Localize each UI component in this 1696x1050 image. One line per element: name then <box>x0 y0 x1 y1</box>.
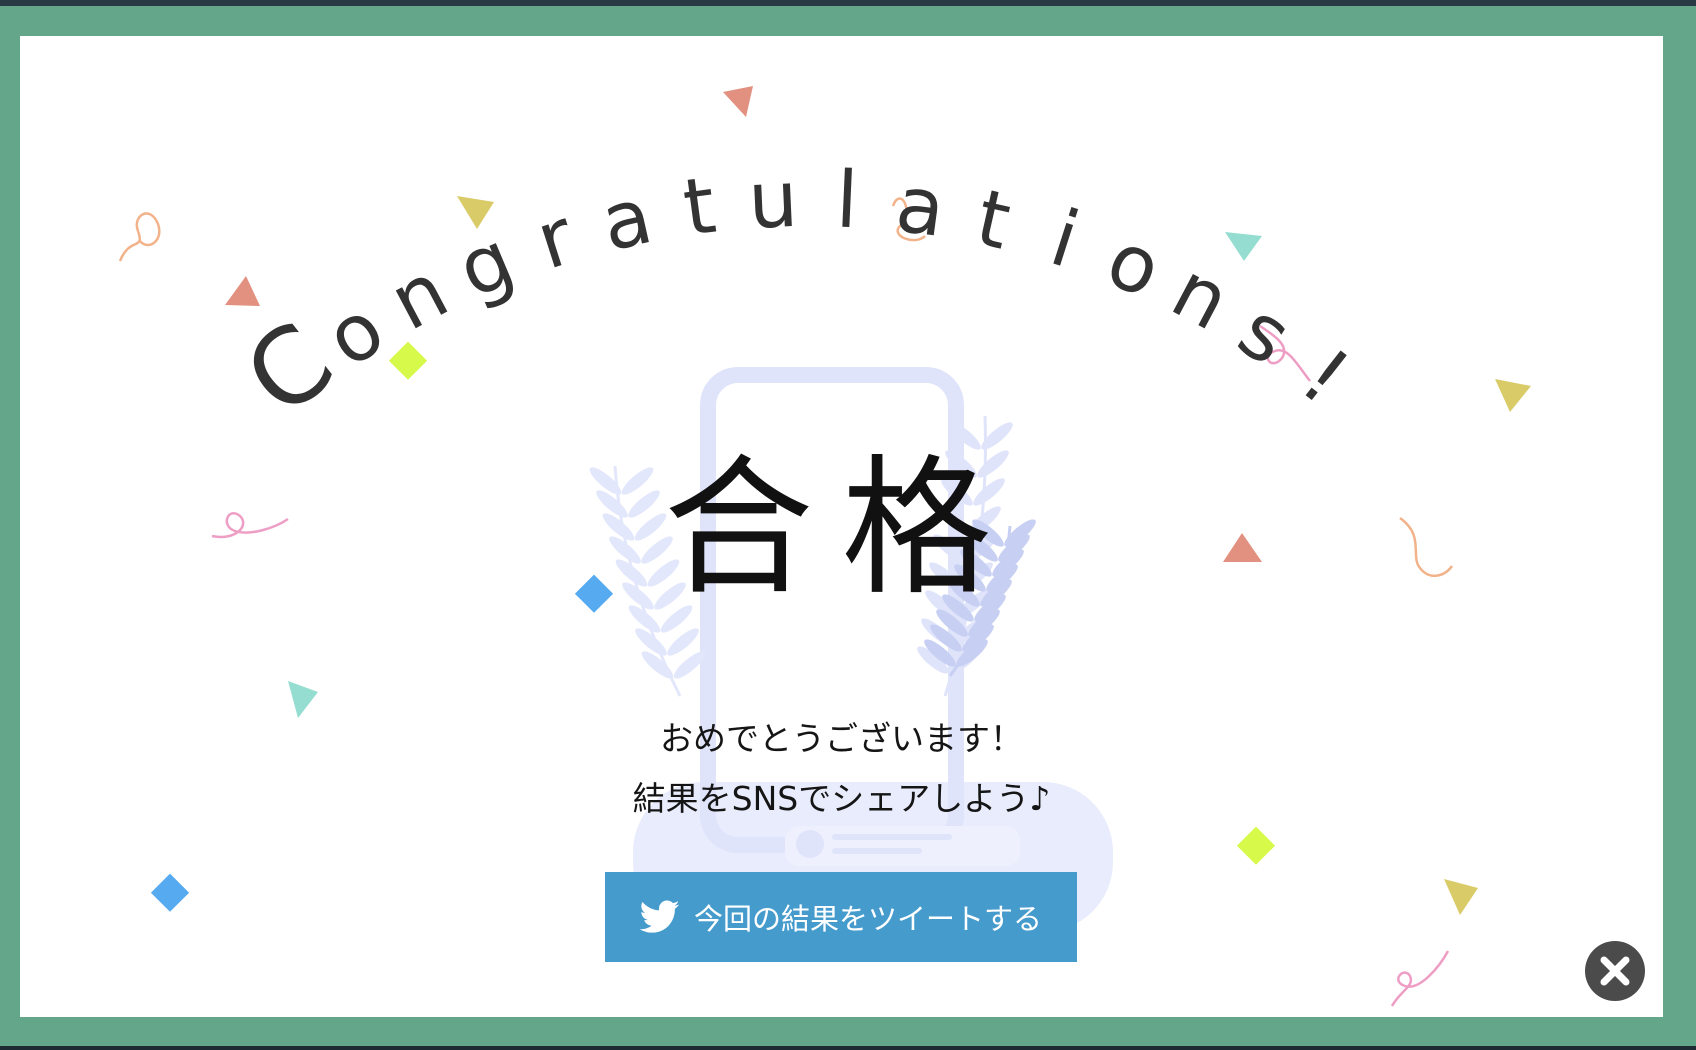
headline-letter: a <box>891 160 950 256</box>
headline-letter: a <box>594 171 660 269</box>
headline-letter: n <box>376 246 462 349</box>
headline-letter: l <box>834 155 860 246</box>
tweet-button-label: 今回の結果をツイートする <box>693 902 1042 936</box>
modal-frame: Co n g r a t u l a t i o n s! 合格 おめでとうございます！ 結果をSNSでシ… <box>0 6 1696 1046</box>
headline-letter: u <box>746 155 799 247</box>
twitter-bird-icon <box>639 900 680 933</box>
headline-letter: r <box>526 192 585 288</box>
result-text: 合格 <box>663 442 1020 616</box>
headline-letter: s <box>1223 286 1306 384</box>
headline-letter: o <box>1095 215 1174 316</box>
headline-letter: i <box>1041 194 1089 286</box>
headline-letter: g <box>446 214 527 316</box>
headline-letter: ! <box>1285 332 1365 422</box>
congrats-message: おめでとうございます！ <box>660 719 1023 758</box>
share-prompt: 結果をSNSでシェアしよう♪ <box>632 779 1051 818</box>
result-modal: Co n g r a t u l a t i o n s! 合格 おめでとうございます！ 結果をSNSでシ… <box>20 36 1663 1017</box>
tweet-result-button[interactable]: 今回の結果をツイートする <box>605 872 1077 962</box>
headline-letter: t <box>678 161 720 254</box>
headline-letter: t <box>969 173 1019 268</box>
close-button[interactable] <box>1585 941 1645 1001</box>
close-icon <box>1600 956 1630 986</box>
headline-letter: n <box>1158 246 1244 349</box>
